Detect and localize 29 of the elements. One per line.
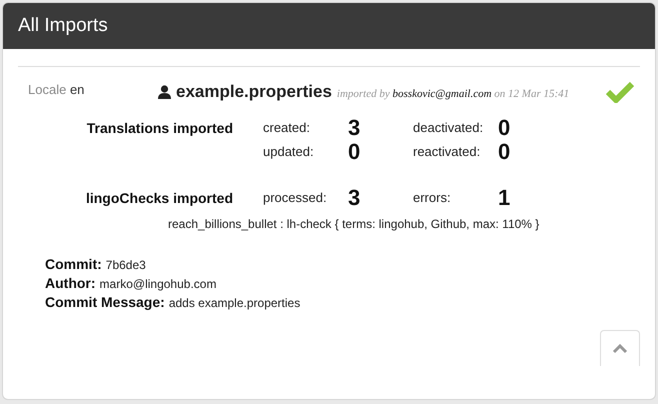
panel-title: All Imports [18, 14, 108, 38]
stat-label: created: [263, 119, 310, 137]
chevron-up-icon [612, 344, 628, 354]
stat-label: deactivated: [413, 119, 484, 137]
commit-label: Commit Message: [45, 292, 165, 310]
stat-value: 3 [348, 186, 360, 208]
commit-value: 7b6de3 [106, 256, 146, 274]
file-name: example.properties [176, 81, 332, 103]
section-title: Translations imported [86, 118, 234, 138]
stat-value: 1 [498, 186, 510, 208]
stat-value: 0 [498, 140, 510, 162]
stat-label: errors: [413, 189, 451, 207]
locale-value: en [70, 82, 84, 97]
locale-label: Locale [28, 82, 66, 97]
commit-value: marko@lingohub.com [100, 276, 216, 292]
stat-value: 3 [348, 116, 360, 138]
user-icon [158, 84, 171, 99]
stat-label: reactivated: [413, 143, 480, 161]
error-message: reach_billions_bullet : lh-check { terms: lingohub, Github, max: 110% } [167, 216, 540, 232]
commit-value: adds example.properties [168, 294, 300, 312]
stat-label: processed: [263, 189, 327, 207]
commit-label: Commit: [45, 254, 102, 272]
import-info: imported by bosskovic@gmail.com on 12 Mar 15:41 [336, 87, 570, 102]
stat-value: 0 [498, 116, 510, 138]
stat-label: updated: [263, 143, 314, 161]
commit-label: Author: [45, 274, 96, 292]
stat-value: 0 [348, 140, 360, 162]
scroll-top-button[interactable] [600, 330, 640, 366]
section-title: lingoChecks imported [84, 188, 234, 208]
